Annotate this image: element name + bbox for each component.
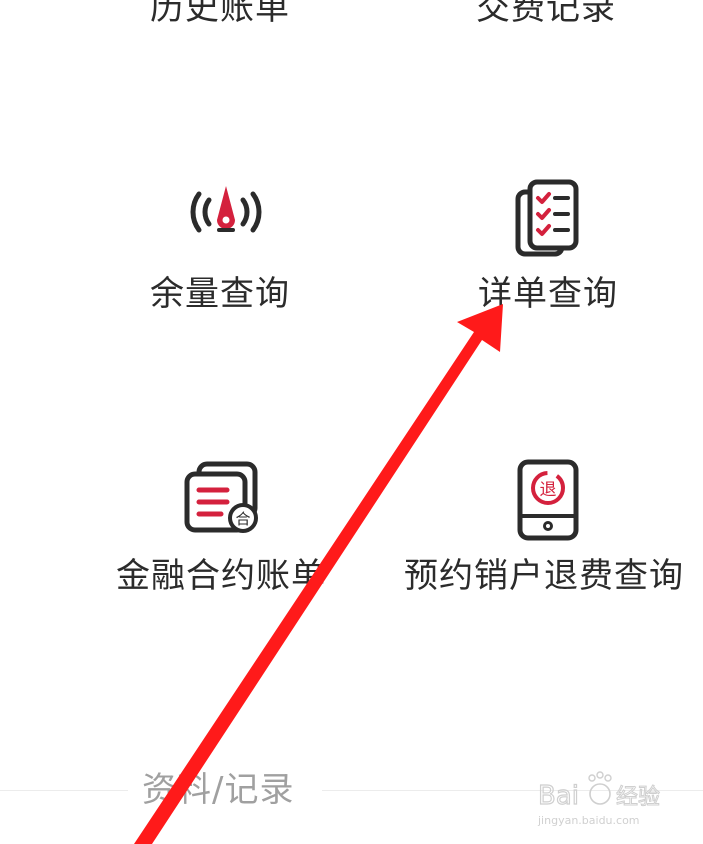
detail-query-label: 详单查询	[478, 274, 618, 314]
baidu-jingyan-watermark: Bai 经验 jingyan.baidu.com	[534, 766, 684, 830]
watermark-url: jingyan.baidu.com	[537, 814, 640, 827]
checklist-icon	[512, 178, 584, 258]
watermark-suffix: 经验	[616, 785, 660, 810]
gauge-icon	[185, 180, 267, 240]
history-bill-label: 历史账单	[150, 0, 290, 28]
phone-refund-icon: 退	[516, 458, 580, 542]
cancellation-refund-query-label: 预约销户退费查询	[404, 556, 684, 596]
financial-contract-bill-label: 金融合约账单	[116, 556, 326, 596]
refund-badge-text: 退	[540, 480, 557, 500]
payment-record-label: 交费记录	[476, 0, 616, 28]
section-title: 资料/记录	[142, 770, 295, 810]
section-divider-left	[0, 790, 128, 791]
contract-badge-text: 合	[235, 510, 250, 528]
contract-bill-icon: 合	[183, 460, 267, 536]
watermark-brand: Bai	[538, 781, 579, 811]
paw-icon	[588, 771, 612, 805]
balance-query-label: 余量查询	[150, 274, 290, 314]
annotation-arrow	[134, 304, 503, 844]
